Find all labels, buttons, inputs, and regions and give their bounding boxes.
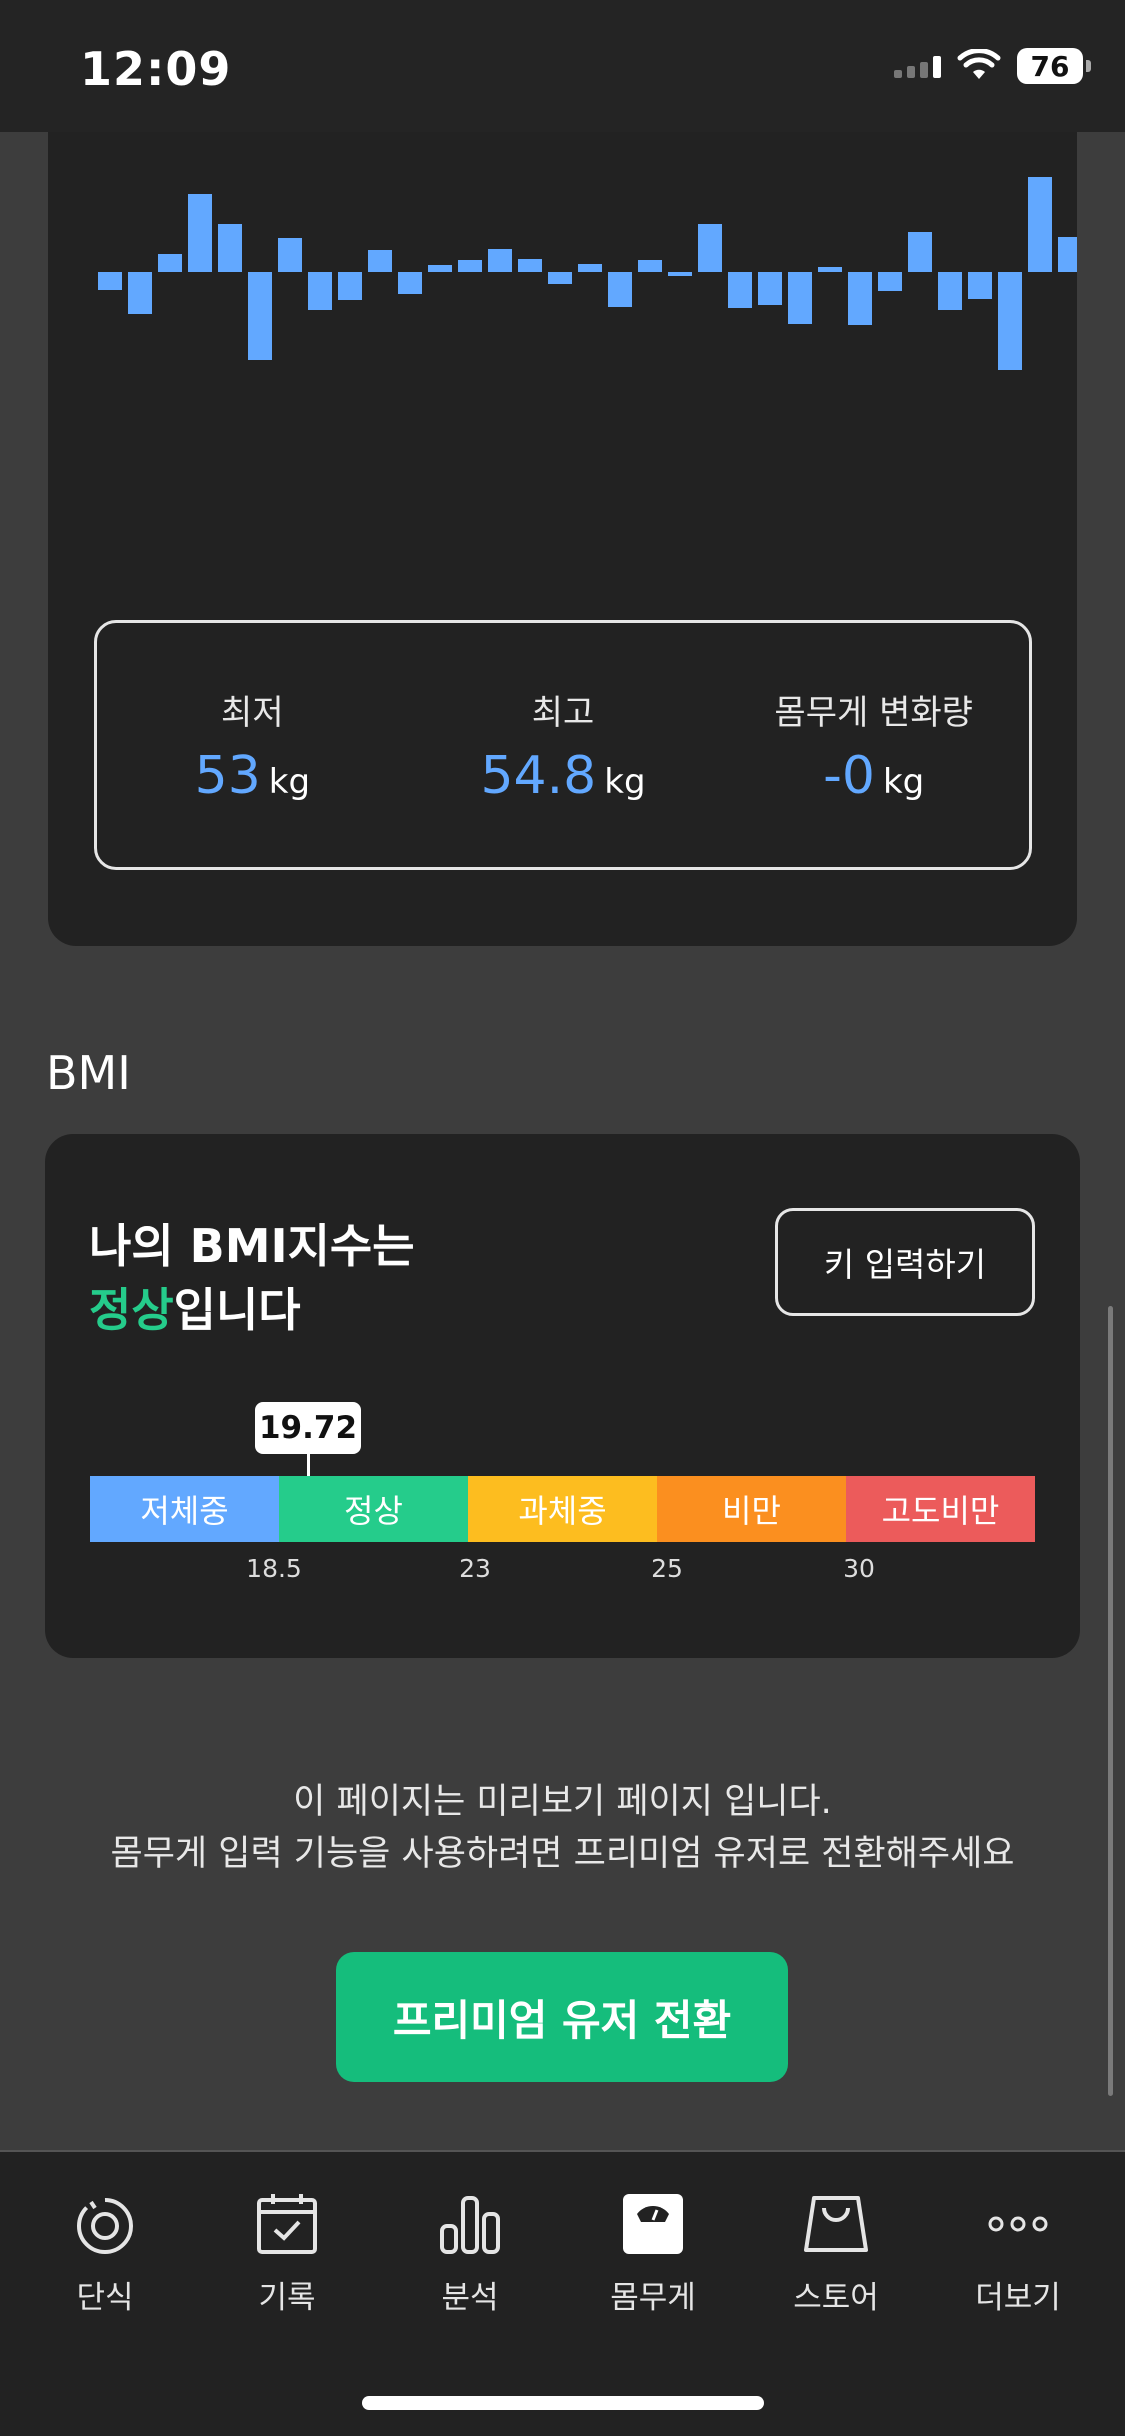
weight-bar (488, 249, 512, 272)
tab-label: 분석 (441, 2280, 499, 2316)
weight-bar (428, 265, 452, 272)
weight-bar (908, 232, 932, 272)
weight-bar (518, 259, 542, 272)
stat-min-label: 최저 (221, 692, 284, 733)
bmi-tick: 30 (843, 1554, 875, 1583)
stat-min-unit: kg (268, 761, 311, 802)
weight-bar (848, 272, 872, 325)
tab-label: 단식 (76, 2280, 134, 2316)
stat-max: 최고 54.8 kg (408, 623, 719, 867)
weight-bar (458, 260, 482, 272)
shopping-bag-icon (800, 2188, 872, 2260)
bmi-segment-underweight: 저체중 (90, 1476, 279, 1542)
cellular-signal-icon (894, 54, 941, 78)
weight-bar (998, 272, 1022, 370)
stat-min-value: 53 (194, 745, 261, 806)
stat-max-value: 54.8 (480, 745, 597, 806)
weight-bar (338, 272, 362, 300)
weight-bar (128, 272, 152, 314)
weight-bar (398, 272, 422, 294)
weight-bar (218, 224, 242, 272)
bmi-tick: 25 (651, 1554, 683, 1583)
weight-bar (608, 272, 632, 307)
bmi-section-title: BMI (46, 1046, 131, 1100)
bmi-status-suffix: 입니다 (173, 1283, 301, 1337)
stat-change-value: -0 (823, 745, 875, 806)
tab-more[interactable]: 더보기 (943, 2188, 1093, 2317)
weight-bar (968, 272, 992, 299)
bmi-card: 나의 BMI지수는 정상입니다 키 입력하기 19.72 저체중 정상 과체중 … (45, 1134, 1080, 1658)
weight-bar (638, 260, 662, 272)
bar-chart-icon (434, 2188, 506, 2260)
weight-chart-card: 최저 53 kg 최고 54.8 kg 몸무게 변화량 -0 kg (48, 132, 1077, 946)
tab-label: 더보기 (975, 2280, 1061, 2316)
tab-records[interactable]: 기록 (212, 2188, 362, 2317)
bmi-segment-overweight: 과체중 (468, 1476, 657, 1542)
stat-min: 최저 53 kg (97, 623, 408, 867)
bmi-status: 정상 (89, 1283, 174, 1337)
tab-bar: 단식 기록 분석 몸무게 스토어 더보기 (0, 2150, 1125, 2436)
status-time: 12:09 (80, 42, 232, 96)
weight-stats-box: 최저 53 kg 최고 54.8 kg 몸무게 변화량 -0 kg (94, 620, 1032, 870)
tab-weight[interactable]: 몸무게 (578, 2188, 728, 2317)
tab-label: 몸무게 (610, 2280, 696, 2316)
bmi-marker-pointer (307, 1454, 310, 1476)
stat-max-label: 최고 (531, 692, 595, 733)
bmi-scale-bar: 저체중 정상 과체중 비만 고도비만 (90, 1476, 1035, 1542)
bmi-tick: 23 (459, 1554, 491, 1583)
more-dots-icon (982, 2188, 1054, 2260)
status-icons: 76 (894, 48, 1091, 84)
weight-bar (878, 272, 902, 291)
stat-max-unit: kg (604, 761, 646, 802)
weight-bar (818, 267, 842, 272)
bmi-segment-normal: 정상 (279, 1476, 468, 1542)
weight-bar (98, 272, 122, 290)
premium-upgrade-button[interactable]: 프리미엄 유저 전환 (336, 1952, 788, 2082)
weight-bar (578, 264, 602, 272)
bmi-heading-line1: 나의 BMI지수는 (89, 1219, 415, 1273)
bmi-tick: 18.5 (246, 1554, 302, 1583)
scale-icon (617, 2188, 689, 2260)
weight-bar-chart (98, 177, 1077, 370)
weight-bar (308, 272, 332, 310)
tab-fasting[interactable]: 단식 (30, 2188, 180, 2317)
weight-bar (698, 224, 722, 272)
weight-bar (188, 194, 212, 272)
tab-analysis[interactable]: 분석 (395, 2188, 545, 2317)
preview-notice: 이 페이지는 미리보기 페이지 입니다. 몸무게 입력 기능을 사용하려면 프리… (0, 1776, 1125, 1880)
tab-label: 스토어 (793, 2280, 879, 2316)
weight-bar (548, 272, 572, 284)
bmi-segment-obese: 비만 (657, 1476, 846, 1542)
scrollbar[interactable] (1108, 1306, 1113, 2096)
battery-icon: 76 (1017, 48, 1091, 84)
notice-line2: 몸무게 입력 기능을 사용하려면 프리미엄 유저로 전환해주세요 (110, 1834, 1015, 1874)
height-input-button[interactable]: 키 입력하기 (775, 1208, 1035, 1316)
weight-bar (668, 272, 692, 276)
timer-icon (69, 2188, 141, 2260)
calendar-check-icon (251, 2188, 323, 2260)
wifi-icon (957, 49, 1001, 83)
weight-bar (758, 272, 782, 305)
stat-change-unit: kg (882, 761, 925, 802)
tab-label: 기록 (258, 2280, 316, 2316)
weight-bar (788, 272, 812, 324)
weight-bar (368, 250, 392, 272)
bmi-segment-severely-obese: 고도비만 (846, 1476, 1035, 1542)
weight-bar (728, 272, 752, 308)
weight-bar (938, 272, 962, 310)
notice-line1: 이 페이지는 미리보기 페이지 입니다. (293, 1782, 832, 1822)
tab-store[interactable]: 스토어 (761, 2188, 911, 2317)
weight-bar (1058, 237, 1077, 272)
weight-bar (278, 238, 302, 272)
weight-bar (158, 254, 182, 272)
stat-change: 몸무게 변화량 -0 kg (718, 623, 1029, 867)
status-bar: 12:09 76 (0, 0, 1125, 132)
weight-bar (248, 272, 272, 360)
home-indicator (362, 2396, 764, 2410)
bmi-value-marker: 19.72 (255, 1402, 361, 1454)
bmi-heading: 나의 BMI지수는 정상입니다 (89, 1214, 415, 1342)
stat-change-label: 몸무게 변화량 (774, 692, 973, 733)
weight-bar (1028, 177, 1052, 272)
